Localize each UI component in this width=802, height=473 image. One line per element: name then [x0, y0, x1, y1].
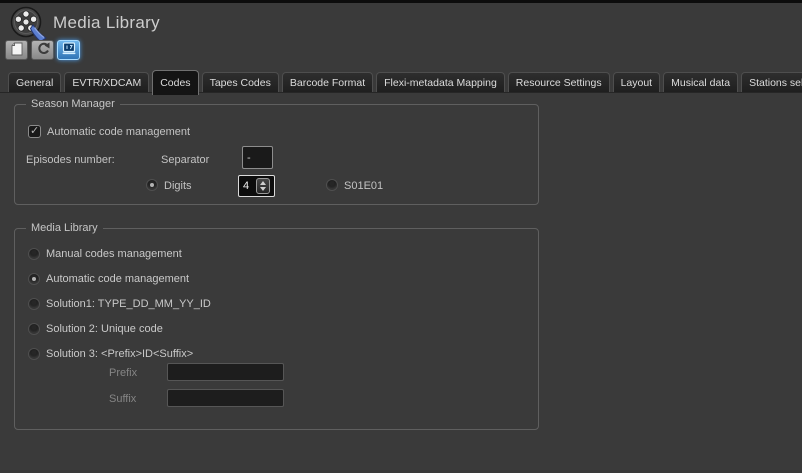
spinner-down-icon[interactable] — [260, 187, 266, 191]
suffix-label: Suffix — [109, 393, 136, 405]
tab-flexi-metadata-mapping[interactable]: Flexi-metadata Mapping — [376, 72, 505, 92]
tab-resource-settings[interactable]: Resource Settings — [508, 72, 610, 92]
radio-option-label: Solution 2: Unique code — [46, 323, 163, 335]
prefix-input[interactable] — [167, 363, 284, 381]
tab-stations-selection[interactable]: Stations selection — [741, 72, 802, 92]
media-library-window: Media Library — [0, 0, 802, 473]
radio-option-row[interactable]: Manual codes management — [28, 247, 211, 260]
radio-button[interactable] — [28, 348, 40, 360]
radio-option-row[interactable]: Solution1: TYPE_DD_MM_YY_ID — [28, 297, 211, 310]
tab-general[interactable]: General — [8, 72, 61, 92]
spinner-buttons[interactable] — [256, 178, 270, 194]
group-title-season-manager: Season Manager — [26, 98, 120, 110]
s01e01-radio-label: S01E01 — [344, 180, 383, 192]
radio-option-label: Manual codes management — [46, 248, 182, 260]
window-top-edge — [0, 0, 802, 3]
page-title: Media Library — [53, 13, 160, 33]
s01e01-radio[interactable] — [326, 179, 338, 191]
tab-codes[interactable]: Codes — [152, 70, 198, 95]
digits-radio-label: Digits — [164, 180, 192, 192]
radio-button[interactable] — [28, 323, 40, 335]
radio-button[interactable] — [28, 273, 40, 285]
episodes-number-label: Episodes number: — [26, 154, 115, 166]
stations-monitor-button[interactable] — [57, 40, 80, 60]
code-options-list: Manual codes management Automatic code ma… — [28, 247, 211, 360]
undo-arrow-icon — [36, 42, 50, 58]
film-reel-icon — [10, 6, 50, 42]
radio-option-row[interactable]: Solution 3: <Prefix>ID<Suffix> — [28, 347, 211, 360]
radio-button[interactable] — [28, 248, 40, 260]
separator-label: Separator — [161, 154, 209, 166]
monitor-icon — [62, 42, 76, 58]
radio-option-label: Solution1: TYPE_DD_MM_YY_ID — [46, 298, 211, 310]
radio-option-row[interactable]: Solution 2: Unique code — [28, 322, 211, 335]
toolbar — [5, 40, 80, 60]
checkmark-icon: ✓ — [30, 126, 39, 136]
automatic-code-checkbox-label: Automatic code management — [47, 126, 190, 138]
suffix-input[interactable] — [167, 389, 284, 407]
group-title-media-library: Media Library — [26, 222, 103, 234]
radio-option-label: Automatic code management — [46, 273, 189, 285]
digits-radio[interactable] — [146, 179, 158, 191]
digits-spinbox-value: 4 — [240, 180, 256, 192]
radio-option-label: Solution 3: <Prefix>ID<Suffix> — [46, 348, 193, 360]
undo-button[interactable] — [31, 40, 54, 60]
page-icon — [11, 42, 23, 59]
tab-tapes-codes[interactable]: Tapes Codes — [202, 72, 279, 92]
new-page-button[interactable] — [5, 40, 28, 60]
prefix-label: Prefix — [109, 367, 137, 379]
media-library-group: Media Library Manual codes managementAut… — [14, 228, 539, 430]
radio-button[interactable] — [28, 298, 40, 310]
separator-input[interactable] — [242, 146, 273, 169]
season-manager-group: Season Manager ✓ Automatic code manageme… — [14, 104, 539, 205]
tab-barcode-format[interactable]: Barcode Format — [282, 72, 373, 92]
tab-bar: GeneralEVTR/XDCAMCodesTapes CodesBarcode… — [0, 70, 802, 93]
digits-spinbox[interactable]: 4 — [238, 175, 275, 197]
tab-layout[interactable]: Layout — [613, 72, 661, 92]
automatic-code-checkbox[interactable]: ✓ — [28, 125, 41, 138]
tab-evtr-xdcam[interactable]: EVTR/XDCAM — [64, 72, 149, 92]
tab-musical-data[interactable]: Musical data — [663, 72, 738, 92]
radio-option-row[interactable]: Automatic code management — [28, 272, 211, 285]
spinner-up-icon[interactable] — [260, 181, 266, 185]
